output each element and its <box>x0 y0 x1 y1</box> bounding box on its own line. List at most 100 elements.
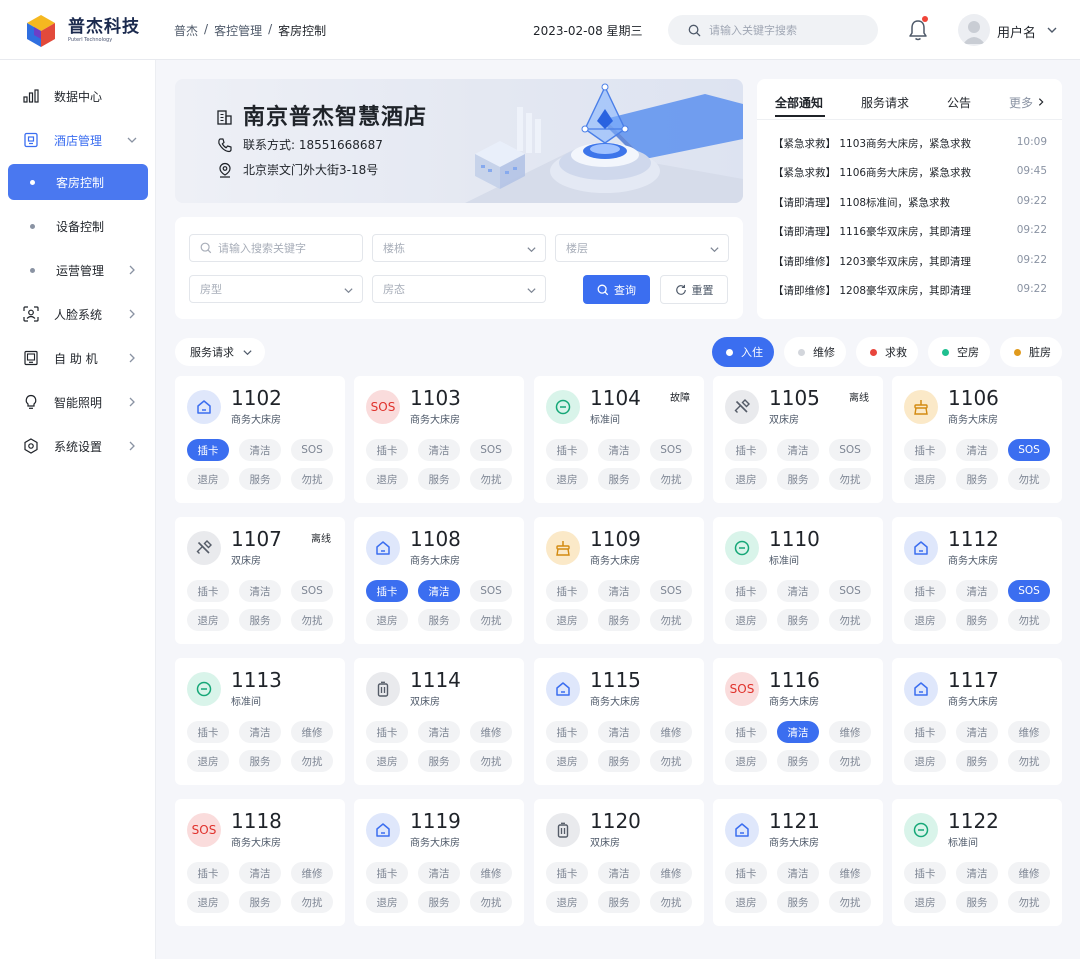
room-action-button[interactable]: 维修 <box>829 862 871 884</box>
room-action-button[interactable]: 清洁 <box>239 439 281 461</box>
room-card[interactable]: 1122 标准间 插卡 清洁 维修 退房 服务 勿扰 <box>892 799 1062 926</box>
room-action-button[interactable]: 勿扰 <box>829 609 871 631</box>
notice-item[interactable]: 【请即清理】 1108标准间，紧急求救 09:22 <box>773 195 1047 210</box>
room-action-button[interactable]: 服务 <box>239 891 281 913</box>
room-action-button[interactable]: SOS <box>1008 580 1050 602</box>
room-action-button[interactable]: 清洁 <box>598 862 640 884</box>
sidebar-item-operations[interactable]: 运营管理 <box>8 252 148 288</box>
sidebar-item-hotel-management[interactable]: 酒店管理 <box>8 122 148 158</box>
room-action-button[interactable]: 插卡 <box>187 439 229 461</box>
chevron-down-icon[interactable] <box>1046 24 1058 36</box>
room-action-button[interactable]: SOS <box>650 580 692 602</box>
room-action-button[interactable]: 服务 <box>239 750 281 772</box>
legend-chip[interactable]: 求救 <box>856 337 918 367</box>
room-action-button[interactable]: 清洁 <box>418 721 460 743</box>
room-action-button[interactable]: SOS <box>650 439 692 461</box>
room-action-button[interactable]: SOS <box>829 580 871 602</box>
room-action-button[interactable]: 服务 <box>418 891 460 913</box>
room-action-button[interactable]: 服务 <box>777 750 819 772</box>
more-link[interactable]: 更多 <box>1009 94 1046 111</box>
room-action-button[interactable]: 勿扰 <box>650 891 692 913</box>
room-action-button[interactable]: 维修 <box>650 721 692 743</box>
room-action-button[interactable]: 勿扰 <box>291 891 333 913</box>
room-action-button[interactable]: 清洁 <box>239 862 281 884</box>
room-action-button[interactable]: 插卡 <box>725 580 767 602</box>
room-action-button[interactable]: 清洁 <box>956 721 998 743</box>
room-action-button[interactable]: SOS <box>291 580 333 602</box>
room-action-button[interactable]: 维修 <box>291 862 333 884</box>
room-action-button[interactable]: 清洁 <box>956 862 998 884</box>
room-action-button[interactable]: 清洁 <box>598 439 640 461</box>
room-action-button[interactable]: 退房 <box>904 891 946 913</box>
room-action-button[interactable]: 清洁 <box>239 580 281 602</box>
notice-item[interactable]: 【请即维修】 1203豪华双床房，其即清理 09:22 <box>773 254 1047 269</box>
room-action-button[interactable]: 清洁 <box>956 580 998 602</box>
room-action-button[interactable]: 服务 <box>777 468 819 490</box>
room-action-button[interactable]: 插卡 <box>904 439 946 461</box>
notice-item[interactable]: 【紧急求救】 1106商务大床房，紧急求救 09:45 <box>773 165 1047 180</box>
room-action-button[interactable]: SOS <box>470 580 512 602</box>
room-action-button[interactable]: 插卡 <box>904 862 946 884</box>
room-action-button[interactable]: 插卡 <box>187 721 229 743</box>
room-action-button[interactable]: 退房 <box>187 609 229 631</box>
room-action-button[interactable]: 服务 <box>418 609 460 631</box>
room-action-button[interactable]: 插卡 <box>366 439 408 461</box>
reset-button[interactable]: 重置 <box>660 275 728 304</box>
room-card[interactable]: 1121 商务大床房 插卡 清洁 维修 退房 服务 勿扰 <box>713 799 883 926</box>
room-action-button[interactable]: 清洁 <box>418 439 460 461</box>
room-card[interactable]: 1120 双床房 插卡 清洁 维修 退房 服务 勿扰 <box>534 799 704 926</box>
room-action-button[interactable]: SOS <box>829 439 871 461</box>
room-action-button[interactable]: 服务 <box>418 468 460 490</box>
room-action-button[interactable]: 维修 <box>470 721 512 743</box>
breadcrumb-item[interactable]: 普杰 <box>174 22 198 39</box>
room-action-button[interactable]: 勿扰 <box>470 750 512 772</box>
room-action-button[interactable]: 退房 <box>904 468 946 490</box>
room-action-button[interactable]: 勿扰 <box>291 750 333 772</box>
sidebar-item-kiosk[interactable]: 自 助 机 <box>8 340 148 376</box>
room-action-button[interactable]: 勿扰 <box>1008 750 1050 772</box>
room-action-button[interactable]: 清洁 <box>956 439 998 461</box>
room-card[interactable]: SOS 1118 商务大床房 插卡 清洁 维修 退房 服务 勿扰 <box>175 799 345 926</box>
room-action-button[interactable]: 退房 <box>904 750 946 772</box>
room-action-button[interactable]: 插卡 <box>904 721 946 743</box>
tab-all-notices[interactable]: 全部通知 <box>775 94 823 111</box>
room-action-button[interactable]: 插卡 <box>366 580 408 602</box>
room-action-button[interactable]: 插卡 <box>546 439 588 461</box>
room-action-button[interactable]: 勿扰 <box>291 609 333 631</box>
room-action-button[interactable]: 维修 <box>1008 721 1050 743</box>
room-state-select[interactable]: 房态 <box>372 275 546 303</box>
tab-service-requests[interactable]: 服务请求 <box>861 94 909 111</box>
room-action-button[interactable]: 退房 <box>725 468 767 490</box>
sidebar-item-settings[interactable]: 系统设置 <box>8 428 148 464</box>
room-action-button[interactable]: 退房 <box>366 891 408 913</box>
floor-select[interactable]: 楼层 <box>555 234 729 262</box>
room-action-button[interactable]: 退房 <box>904 609 946 631</box>
room-action-button[interactable]: 退房 <box>725 609 767 631</box>
legend-chip[interactable]: 脏房 <box>1000 337 1062 367</box>
room-action-button[interactable]: 退房 <box>366 468 408 490</box>
room-action-button[interactable]: 插卡 <box>725 862 767 884</box>
room-card[interactable]: 1112 商务大床房 插卡 清洁 SOS 退房 服务 勿扰 <box>892 517 1062 644</box>
room-action-button[interactable]: 退房 <box>546 468 588 490</box>
service-request-select[interactable]: 服务请求 <box>175 338 265 366</box>
room-action-button[interactable]: 清洁 <box>777 580 819 602</box>
building-select[interactable]: 楼栋 <box>372 234 546 262</box>
avatar[interactable] <box>958 14 990 46</box>
room-card[interactable]: 1102 商务大床房 插卡 清洁 SOS 退房 服务 勿扰 <box>175 376 345 503</box>
room-action-button[interactable]: 维修 <box>829 721 871 743</box>
room-action-button[interactable]: 退房 <box>187 891 229 913</box>
room-action-button[interactable]: 插卡 <box>187 862 229 884</box>
room-action-button[interactable]: 服务 <box>777 891 819 913</box>
room-card[interactable]: 1108 商务大床房 插卡 清洁 SOS 退房 服务 勿扰 <box>354 517 524 644</box>
notice-item[interactable]: 【紧急求救】 1103商务大床房，紧急求救 10:09 <box>773 136 1047 151</box>
room-action-button[interactable]: 退房 <box>187 750 229 772</box>
room-action-button[interactable]: 插卡 <box>366 721 408 743</box>
room-action-button[interactable]: 维修 <box>1008 862 1050 884</box>
room-action-button[interactable]: 清洁 <box>598 721 640 743</box>
room-action-button[interactable]: 插卡 <box>546 721 588 743</box>
room-action-button[interactable]: 退房 <box>187 468 229 490</box>
room-action-button[interactable]: SOS <box>291 439 333 461</box>
legend-chip[interactable]: 入住 <box>712 337 774 367</box>
room-action-button[interactable]: 清洁 <box>418 580 460 602</box>
legend-chip[interactable]: 维修 <box>784 337 846 367</box>
